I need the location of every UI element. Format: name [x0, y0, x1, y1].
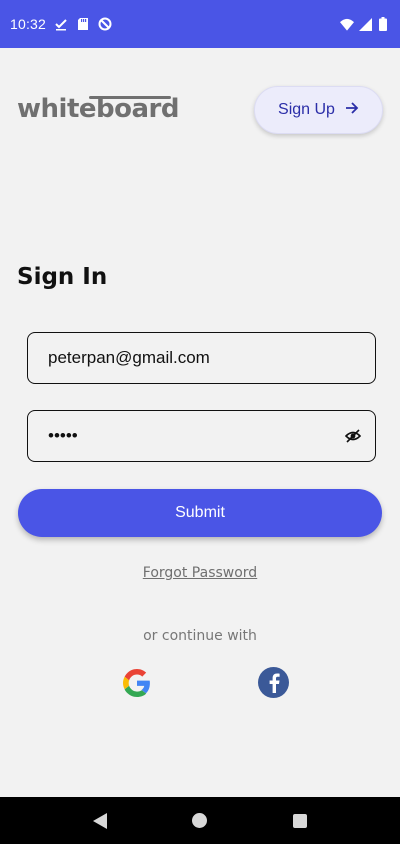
status-bar: 10:32	[0, 0, 400, 48]
sign-up-button[interactable]: Sign Up	[254, 86, 383, 134]
forgot-password-link[interactable]: Forgot Password	[0, 565, 400, 581]
recents-icon[interactable]	[293, 813, 308, 828]
password-field[interactable]	[27, 410, 376, 462]
sync-disabled-icon	[98, 17, 112, 31]
battery-icon	[376, 17, 390, 31]
sign-up-label: Sign Up	[278, 101, 335, 118]
wifi-icon	[340, 17, 354, 31]
password-input[interactable]	[48, 426, 355, 446]
whiteboard-logo: whiteboard	[17, 92, 179, 126]
signal-icon	[358, 17, 372, 31]
arrow-right-icon	[345, 101, 359, 119]
back-icon[interactable]	[92, 812, 107, 829]
check-download-icon	[54, 17, 68, 31]
status-time: 10:32	[10, 16, 47, 32]
email-input[interactable]	[48, 348, 355, 368]
home-icon[interactable]	[192, 813, 208, 828]
email-field[interactable]	[27, 332, 376, 384]
submit-label: Submit	[175, 504, 225, 521]
facebook-icon[interactable]	[258, 667, 289, 698]
sd-card-icon	[76, 17, 90, 31]
logo-bar	[89, 96, 171, 99]
continue-with-label: or continue with	[143, 628, 257, 644]
status-left: 10:32	[10, 16, 112, 32]
google-icon[interactable]	[123, 669, 151, 697]
system-nav-bar	[0, 797, 400, 844]
page-title: Sign In	[17, 264, 108, 290]
submit-button[interactable]: Submit	[18, 489, 382, 537]
status-right	[340, 17, 390, 31]
eye-off-icon[interactable]	[344, 428, 362, 444]
